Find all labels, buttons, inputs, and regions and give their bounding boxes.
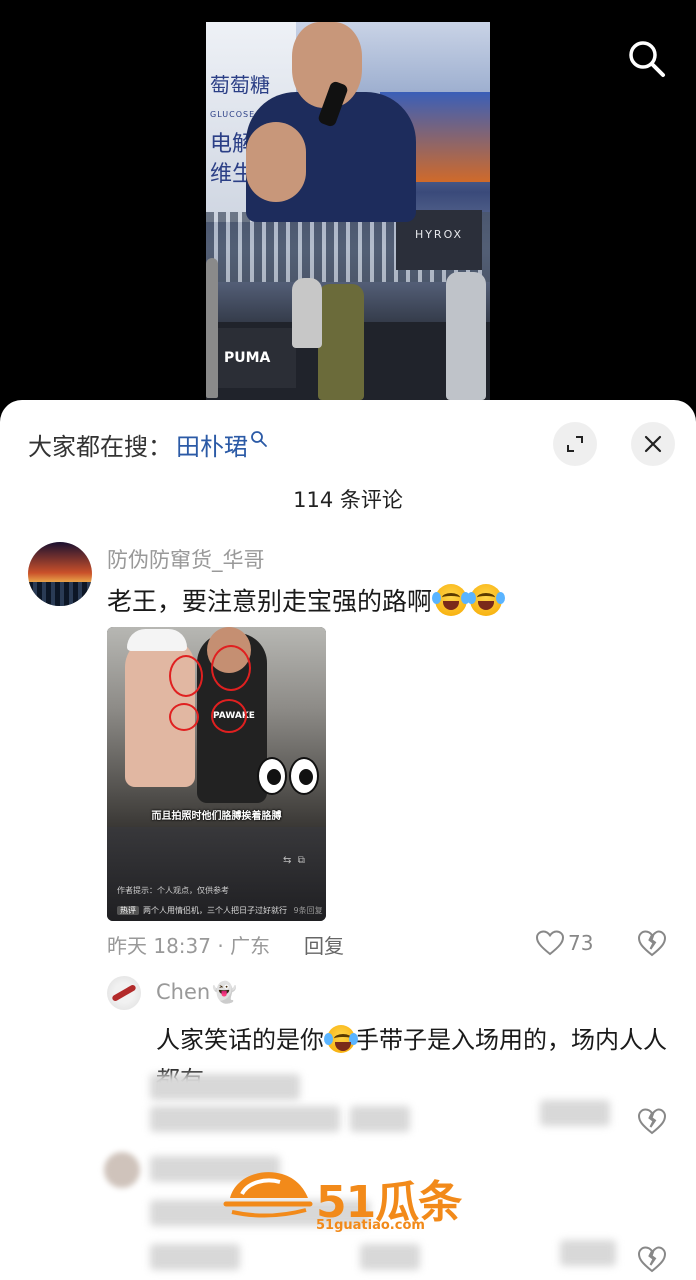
video-player[interactable]: 萄萄糖 GLUCOSE 电解质 维生 HYROX PUMA <box>0 0 696 420</box>
broken-heart-icon[interactable] <box>637 928 667 958</box>
comment-count: 114 条评论 <box>293 488 403 512</box>
spectator <box>292 278 322 348</box>
speaker-arm <box>246 122 306 202</box>
comment-username[interactable]: Chen 👻 <box>156 980 237 1004</box>
like-count: 73 <box>568 931 594 955</box>
image-caption: 而且拍照时他们胳膊挨着胳膊 <box>151 811 282 822</box>
comment-username[interactable]: 防伪防窜货_华哥 <box>107 544 265 574</box>
trending-prefix: 大家都在搜： <box>28 432 172 461</box>
heart-icon <box>536 930 564 956</box>
red-annotation-circle <box>211 645 251 691</box>
crying-laughing-emoji <box>324 1025 358 1053</box>
like-button[interactable]: 73 <box>536 928 593 958</box>
red-annotation-circle <box>211 699 247 733</box>
site-watermark: 51瓜条 51guatiao.com <box>222 1162 482 1242</box>
red-annotation-circle <box>169 703 199 731</box>
expand-button[interactable] <box>553 422 597 466</box>
expand-icon <box>567 436 583 452</box>
video-frame[interactable]: 萄萄糖 GLUCOSE 电解质 维生 HYROX PUMA <box>206 22 490 400</box>
athlete <box>318 284 364 400</box>
crying-laughing-emoji <box>432 584 471 616</box>
red-annotation-circle <box>169 655 203 697</box>
wide-eyes-sticker <box>253 757 323 801</box>
comment-meta: 昨天 18:37 · 广东 <box>107 934 271 958</box>
close-button[interactable] <box>631 422 675 466</box>
cap <box>127 629 187 651</box>
image-hot-comment: 热评 两个人用情侣机，三个人把日子过好就行 9条回复 <box>117 905 323 916</box>
sponsor-board: PUMA <box>216 328 296 388</box>
broken-heart-icon[interactable] <box>637 1106 667 1136</box>
comment-sheet: 大家都在搜： 田朴珺 114 条评论 防伪防窜货_华哥 老王，要注意别走宝强的路… <box>0 400 696 1280</box>
close-icon <box>644 435 662 453</box>
watermark-url: 51guatiao.com <box>316 1218 425 1233</box>
avatar[interactable] <box>107 976 141 1010</box>
spectator <box>446 272 486 400</box>
broken-heart-icon[interactable] <box>637 1244 667 1274</box>
crying-laughing-emoji <box>467 584 506 616</box>
spectator <box>206 258 218 398</box>
reply-button[interactable]: 回复 <box>304 930 344 959</box>
trending-term-link[interactable]: 田朴珺 <box>176 427 248 462</box>
ghost-emoji: 👻 <box>212 980 238 1004</box>
image-share-icons: ⇆ ⧉ <box>283 855 305 866</box>
comment-image[interactable]: PAWAKE 而且拍照时他们胳膊挨着胳膊 ⇆ ⧉ 作者提示：个人观点，仅供参考 … <box>107 627 326 921</box>
comment-text: 老王，要注意别走宝强的路啊 <box>107 582 506 618</box>
avatar[interactable] <box>28 542 92 606</box>
watermark-logo-icon <box>223 1172 313 1218</box>
search-icon[interactable] <box>626 38 666 78</box>
image-author-note: 作者提示：个人观点，仅供参考 <box>117 886 229 895</box>
trending-search-bar[interactable]: 大家都在搜： 田朴珺 <box>28 426 268 462</box>
small-search-icon <box>251 431 267 447</box>
